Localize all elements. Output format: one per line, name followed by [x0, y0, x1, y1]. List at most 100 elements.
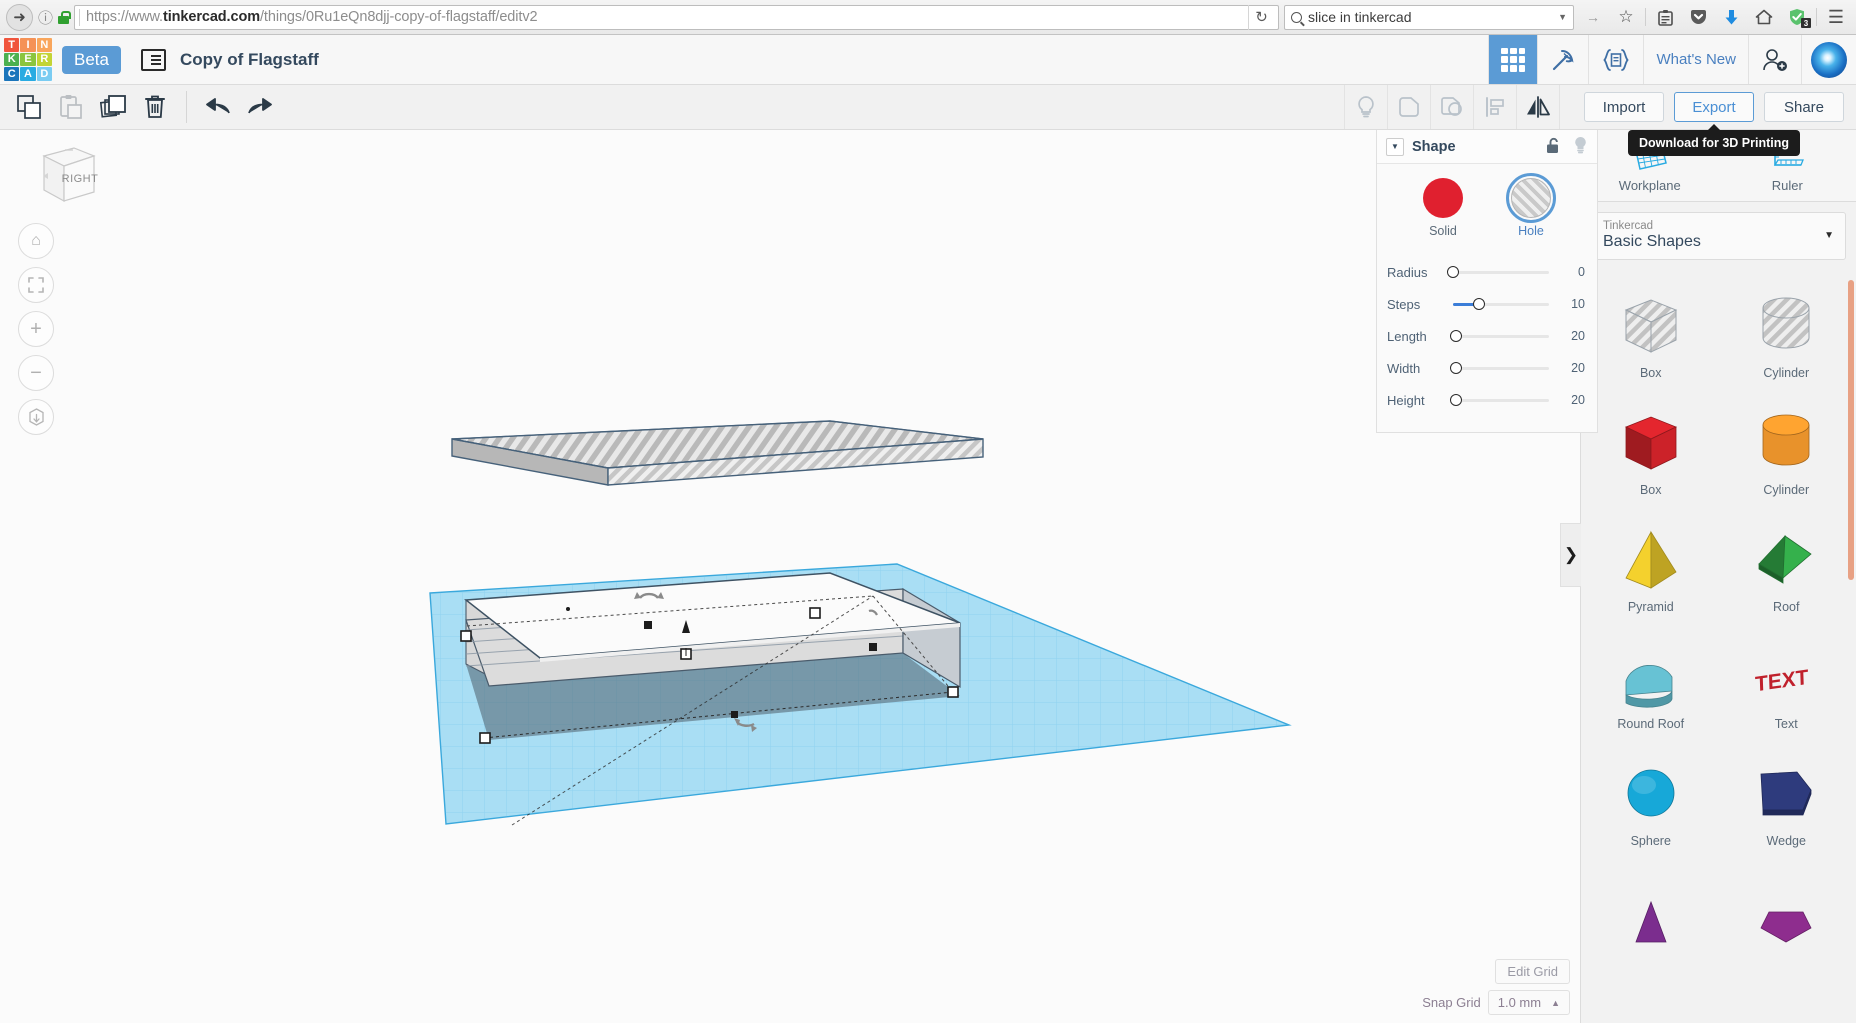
tab-blocks[interactable]: [1537, 35, 1588, 84]
shape-item-sphere-8[interactable]: Sphere: [1583, 744, 1719, 861]
slider-track-height[interactable]: [1449, 394, 1549, 406]
shape-item-box-2[interactable]: Box: [1583, 393, 1719, 510]
group-button[interactable]: [1387, 85, 1430, 129]
chevron-down-icon[interactable]: ▼: [1558, 12, 1567, 22]
shape-label: Cylinder: [1763, 482, 1810, 497]
panel-collapse-button[interactable]: ❯: [1560, 523, 1581, 587]
shape-item-pyramid-4[interactable]: Pyramid: [1583, 510, 1719, 627]
grid-icon: [1501, 47, 1526, 72]
undo-button[interactable]: [197, 87, 239, 127]
align-button[interactable]: [1473, 85, 1516, 129]
shape-item-wedge-9[interactable]: Wedge: [1719, 744, 1855, 861]
shield-badge-count: 3: [1801, 18, 1811, 28]
mirror-button[interactable]: [1516, 85, 1559, 129]
hint-button[interactable]: [1344, 85, 1387, 129]
tab-codeblocks[interactable]: [1588, 35, 1643, 84]
home-view-button[interactable]: ⌂: [18, 223, 54, 259]
resize-handle: [460, 630, 472, 642]
share-button[interactable]: Share: [1764, 92, 1844, 122]
slider-knob-radius[interactable]: [1447, 266, 1459, 278]
slider-row-length: Length 20: [1377, 320, 1597, 352]
slider-value-radius: 0: [1578, 265, 1585, 279]
reload-icon[interactable]: ↻: [1248, 4, 1274, 30]
shape-item-polygon-11[interactable]: [1719, 861, 1855, 978]
caret-up-icon: ▲: [1551, 997, 1560, 1008]
lightbulb-icon[interactable]: [1573, 136, 1588, 157]
fit-view-button[interactable]: [18, 267, 54, 303]
whats-new-link[interactable]: What's New: [1643, 35, 1748, 84]
zoom-in-button[interactable]: +: [18, 311, 54, 347]
toolbar-divider: [186, 91, 187, 123]
ungroup-button[interactable]: [1430, 85, 1473, 129]
home-glyph: [1755, 9, 1773, 25]
paste-icon: [60, 95, 82, 119]
unlock-icon[interactable]: [1546, 137, 1561, 157]
bookmark-star-icon[interactable]: ☆: [1612, 3, 1640, 31]
duplicate-button[interactable]: [92, 87, 134, 127]
paste-button[interactable]: [50, 87, 92, 127]
snap-grid-select[interactable]: 1.0 mm ▲: [1487, 990, 1570, 1015]
pocket-icon[interactable]: [1684, 3, 1712, 31]
delete-button[interactable]: [134, 87, 176, 127]
search-bar[interactable]: slice in tinkercad ▼: [1284, 4, 1574, 30]
shape-item-roof-5[interactable]: Roof: [1719, 510, 1855, 627]
back-arrow-icon[interactable]: ➜: [6, 3, 33, 31]
beta-badge[interactable]: Beta: [62, 45, 121, 74]
shape-label: Cylinder: [1763, 365, 1810, 380]
snap-grid-label: Snap Grid: [1422, 995, 1481, 1010]
chevron-down-icon[interactable]: ▼: [1386, 137, 1404, 156]
ortho-toggle-button[interactable]: [18, 399, 54, 435]
slider-knob-height[interactable]: [1449, 394, 1462, 406]
document-list-icon[interactable]: [140, 48, 166, 71]
shape-item-cone-10[interactable]: [1583, 861, 1719, 978]
export-button[interactable]: Export Download for 3D Printing: [1628, 92, 1800, 156]
shape-item-cylinder-3[interactable]: Cylinder: [1719, 393, 1855, 510]
slider-knob-length[interactable]: [1449, 330, 1462, 342]
library-selector[interactable]: Tinkercad Basic Shapes ▼: [1591, 212, 1846, 260]
home-icon[interactable]: [1750, 3, 1778, 31]
forward-arrow-icon[interactable]: →: [1579, 3, 1607, 31]
app-header: TINKERCAD Beta Copy of Flagstaff What's …: [0, 35, 1856, 85]
shape-item-cylinder-1[interactable]: Cylinder: [1719, 276, 1855, 393]
slider-label-steps: Steps: [1387, 296, 1421, 312]
logo-tile-a-7: A: [20, 67, 36, 81]
download-icon[interactable]: [1717, 3, 1745, 31]
zoom-out-button[interactable]: −: [18, 355, 54, 391]
shape-item-round-roof-6[interactable]: Round Roof: [1583, 627, 1719, 744]
scale-handle: [644, 621, 652, 629]
center-point: [566, 607, 570, 611]
slider-track-steps[interactable]: [1453, 298, 1549, 310]
library-icon[interactable]: [1651, 3, 1679, 31]
invite-user-button[interactable]: [1748, 35, 1801, 84]
tab-shapes-grid[interactable]: [1488, 35, 1538, 84]
redo-button[interactable]: [239, 87, 281, 127]
main-area: RIGHT ⌂ + − Edit Grid Snap Grid 1.0 mm ▲…: [0, 130, 1856, 1023]
3d-viewport[interactable]: RIGHT ⌂ + − Edit Grid Snap Grid 1.0 mm ▲: [0, 130, 1580, 1023]
cone-shape-icon: [1635, 900, 1667, 942]
shape-item-box-0[interactable]: Box: [1583, 276, 1719, 393]
hole-mode-option[interactable]: Hole: [1506, 173, 1556, 238]
inspector-header: ▼ Shape: [1377, 130, 1597, 164]
avatar[interactable]: [1801, 35, 1856, 84]
slider-track-length[interactable]: [1449, 330, 1549, 342]
shield-icon[interactable]: 3: [1783, 3, 1811, 31]
logo-tile-e-4: E: [20, 52, 36, 67]
view-cube[interactable]: RIGHT: [24, 143, 99, 215]
shape-item-text-7[interactable]: TEXT Text: [1719, 627, 1855, 744]
lock-icon: [58, 10, 71, 24]
tinkercad-logo[interactable]: TIN KER CAD: [4, 38, 52, 81]
slider-knob-width[interactable]: [1449, 362, 1462, 374]
slider-knob-steps[interactable]: [1472, 298, 1485, 310]
edit-grid-button[interactable]: Edit Grid: [1495, 959, 1570, 984]
import-button[interactable]: Import: [1584, 92, 1664, 122]
library-glyph: [1657, 9, 1673, 26]
slider-track-radius[interactable]: [1447, 266, 1549, 278]
info-icon[interactable]: ⓘ: [38, 7, 53, 28]
url-bar[interactable]: https://www.tinkercad.com/things/0Ru1eQn…: [74, 4, 1279, 30]
sidebar-scrollbar[interactable]: [1848, 280, 1854, 580]
copy-button[interactable]: [8, 87, 50, 127]
shape-library-grid[interactable]: Box Cylinder Box Cylinder Pyramid Roof Round R…: [1581, 268, 1856, 1023]
solid-mode-option[interactable]: Solid: [1423, 178, 1463, 238]
menu-hamburger-icon[interactable]: ☰: [1822, 3, 1850, 31]
slider-track-width[interactable]: [1449, 362, 1549, 374]
